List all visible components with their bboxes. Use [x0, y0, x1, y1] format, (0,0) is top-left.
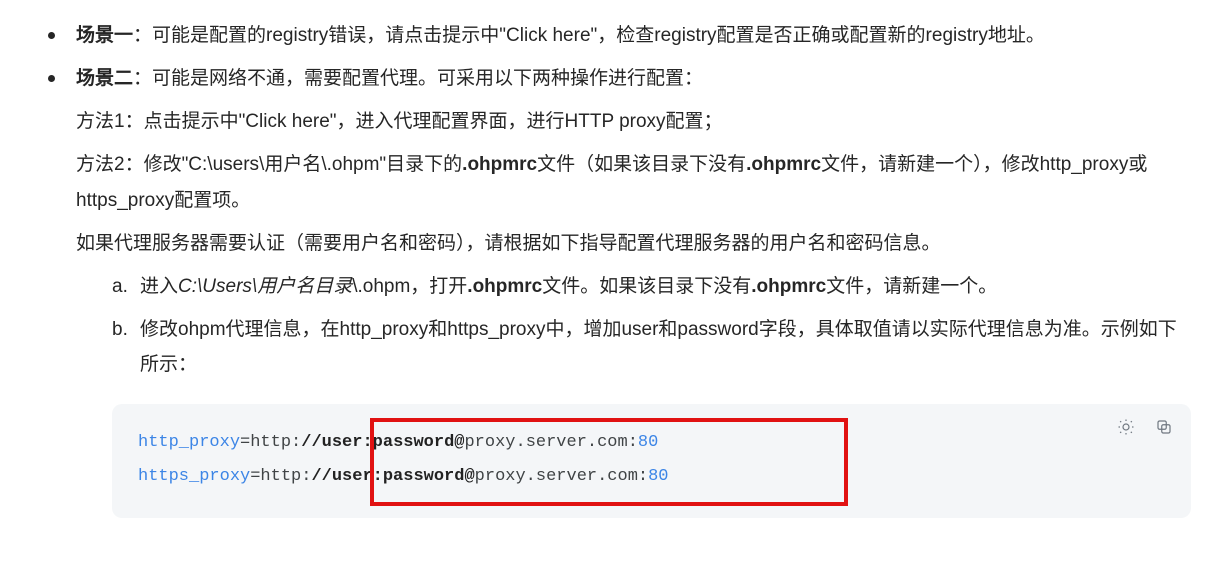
scenario-item-1: 场景一：可能是配置的registry错误，请点击提示中"Click here"，…: [40, 18, 1191, 53]
copy-icon[interactable]: [1153, 416, 1175, 438]
theme-toggle-icon[interactable]: [1115, 416, 1137, 438]
scenario-2-rest: ：可能是网络不通，需要配置代理。可采用以下两种操作进行配置：: [133, 68, 703, 89]
step-a-marker: a.: [112, 269, 140, 304]
scenario-2-text: 场景二：可能是网络不通，需要配置代理。可采用以下两种操作进行配置：: [76, 61, 1191, 96]
step-b-body: 修改ohpm代理信息，在http_proxy和https_proxy中，增加us…: [140, 312, 1191, 382]
scenario-list: 场景一：可能是配置的registry错误，请点击提示中"Click here"，…: [40, 18, 1191, 518]
auth-note: 如果代理服务器需要认证（需要用户名和密码），请根据如下指导配置代理服务器的用户名…: [76, 226, 1191, 261]
step-list: a. 进入C:\Users\用户名目录\.ohpm，打开.ohpmrc文件。如果…: [112, 269, 1191, 382]
code-content: http_proxy=http://user:password@proxy.se…: [138, 426, 1165, 494]
method-2-text: 方法2：修改"C:\users\用户名\.ohpm"目录下的.ohpmrc文件（…: [76, 147, 1191, 217]
step-a-body: 进入C:\Users\用户名目录\.ohpm，打开.ohpmrc文件。如果该目录…: [140, 269, 1191, 304]
scenario-1-label: 场景一: [76, 25, 133, 46]
code-toolbar: [1115, 416, 1175, 438]
scenario-1-rest: ：可能是配置的registry错误，请点击提示中"Click here"，检查r…: [133, 25, 1045, 46]
scenario-1-text: 场景一：可能是配置的registry错误，请点击提示中"Click here"，…: [76, 18, 1191, 53]
step-b-marker: b.: [112, 312, 140, 382]
step-b: b. 修改ohpm代理信息，在http_proxy和https_proxy中，增…: [112, 312, 1191, 382]
step-a: a. 进入C:\Users\用户名目录\.ohpm，打开.ohpmrc文件。如果…: [112, 269, 1191, 304]
scenario-2-label: 场景二: [76, 68, 133, 89]
code-block: http_proxy=http://user:password@proxy.se…: [112, 404, 1191, 518]
scenario-item-2: 场景二：可能是网络不通，需要配置代理。可采用以下两种操作进行配置： 方法1：点击…: [40, 61, 1191, 518]
method-1-text: 方法1：点击提示中"Click here"，进入代理配置界面，进行HTTP pr…: [76, 104, 1191, 139]
